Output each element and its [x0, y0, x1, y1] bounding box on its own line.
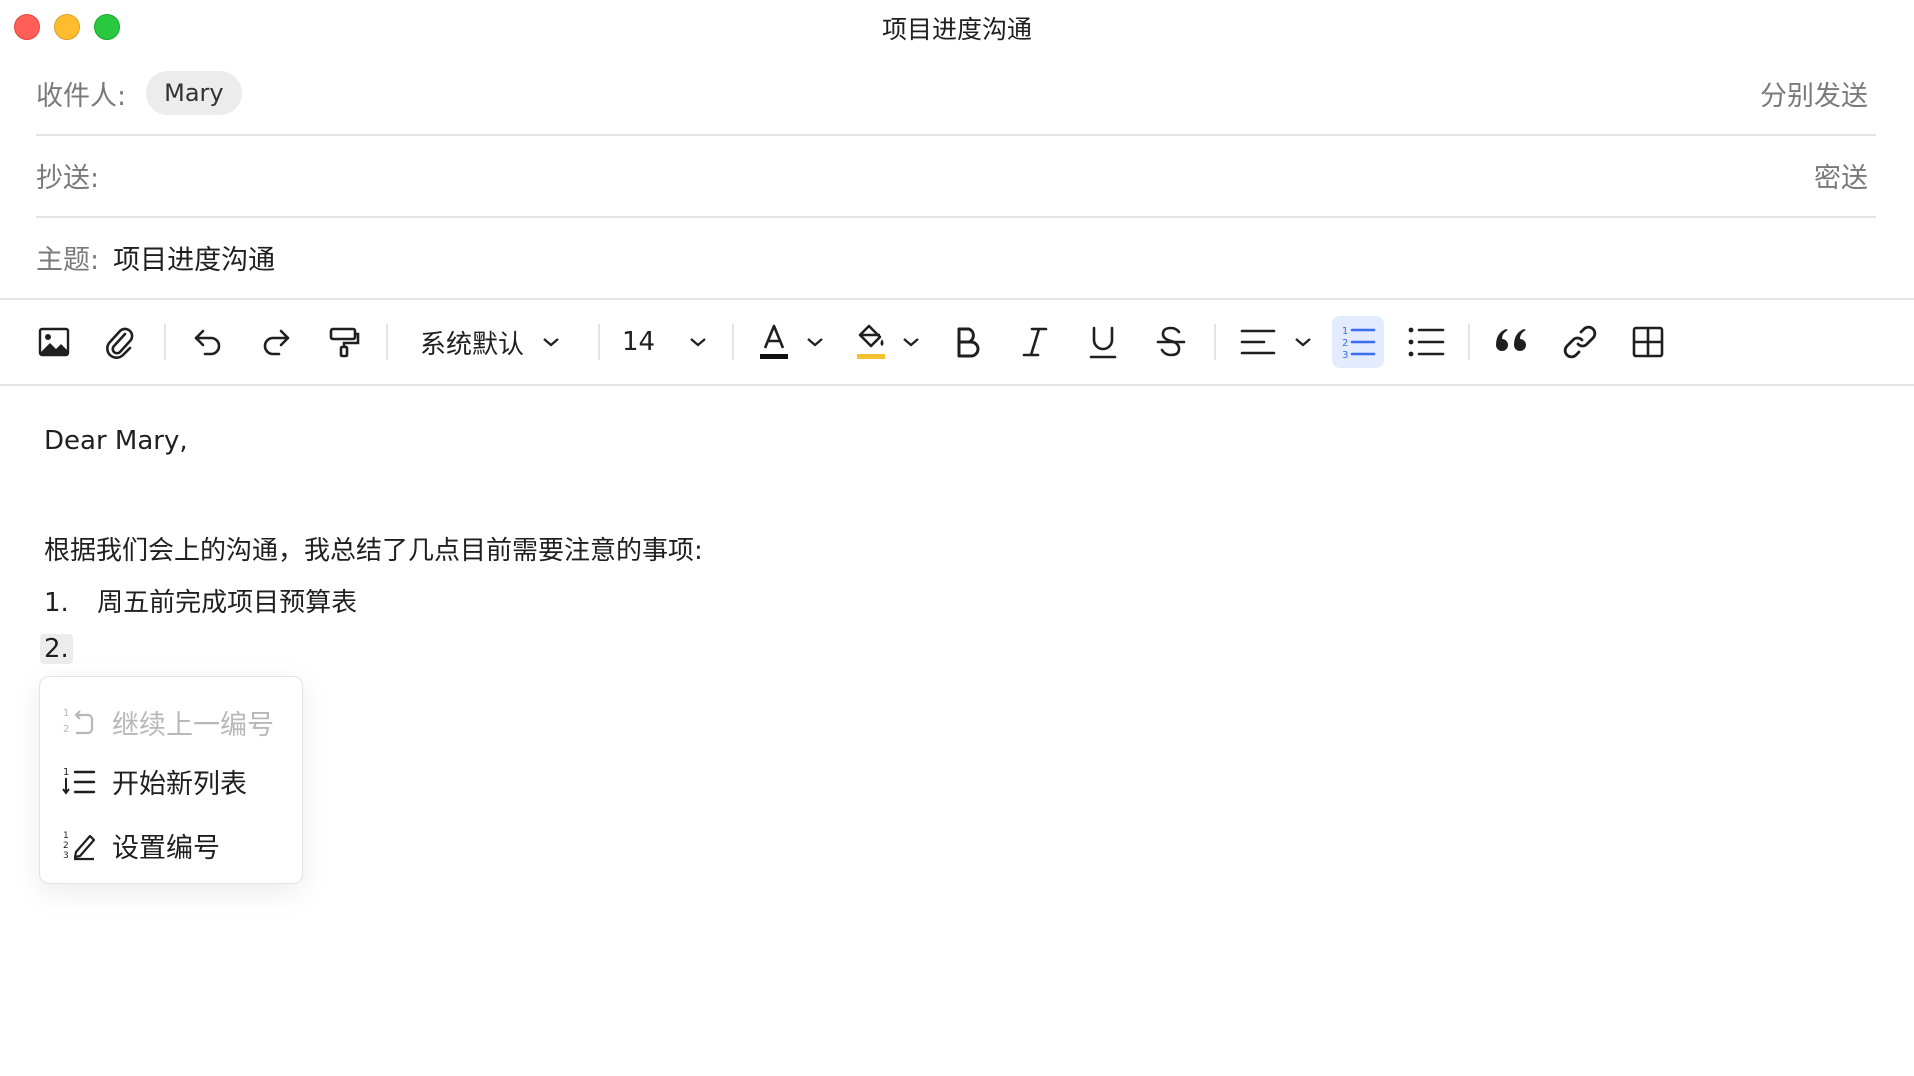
bcc-button[interactable]: 密送 [1814, 156, 1868, 195]
align-left-icon [1240, 329, 1276, 355]
toolbar-divider [1468, 324, 1470, 360]
svg-text:1: 1 [1342, 326, 1348, 337]
svg-text:1: 1 [63, 708, 69, 719]
chevron-down-icon [807, 338, 823, 347]
strikethrough-icon [1156, 326, 1186, 357]
text-color-button[interactable] [756, 318, 792, 366]
chevron-down-icon [543, 338, 559, 347]
subject-input[interactable]: 项目进度沟通 [113, 238, 275, 277]
quote-icon [1496, 329, 1526, 351]
quote-button[interactable] [1490, 318, 1532, 366]
toolbar-divider [164, 324, 166, 360]
svg-text:2: 2 [63, 724, 69, 735]
send-separately-button[interactable]: 分别发送 [1760, 74, 1868, 113]
font-color-icon [760, 324, 788, 359]
toolbar-divider [1214, 324, 1216, 360]
chevron-down-icon [903, 338, 919, 347]
list-item-number-selected[interactable]: 2. [40, 634, 73, 664]
new-list-icon: 1 [62, 767, 96, 795]
align-dropdown[interactable] [1292, 318, 1314, 366]
menu-item-set-numbering[interactable]: 1 2 3 设置编号 [40, 814, 302, 876]
svg-text:2: 2 [63, 841, 69, 851]
paint-bucket-icon [857, 324, 885, 359]
format-painter-icon [329, 327, 360, 358]
bold-icon [957, 327, 980, 358]
list-item: 1. 周五前完成项目预算表 [44, 582, 357, 619]
highlight-color-button[interactable] [852, 318, 890, 366]
list-item-number: 1. [44, 588, 69, 618]
cc-label: 抄送: [36, 162, 100, 194]
text-color-dropdown[interactable] [804, 318, 826, 366]
redo-button[interactable] [256, 318, 296, 366]
table-icon [1632, 326, 1664, 358]
svg-text:1: 1 [63, 767, 69, 778]
undo-button[interactable] [188, 318, 228, 366]
bulleted-list-button[interactable] [1404, 318, 1448, 366]
cc-field-row[interactable]: 抄送: 密送 [36, 134, 1876, 218]
greeting-line: Dear Mary, [44, 426, 188, 456]
list-item-text: 周五前完成项目预算表 [97, 588, 358, 618]
list-item: 2. [40, 634, 73, 664]
align-button[interactable] [1238, 318, 1278, 366]
font-family-value: 系统默认 [420, 329, 525, 360]
menu-item-label: 开始新列表 [112, 768, 247, 800]
set-numbering-icon: 1 2 3 [63, 831, 96, 861]
menu-item-label: 设置编号 [112, 832, 220, 864]
bulleted-list-icon [1408, 327, 1445, 357]
svg-text:3: 3 [63, 851, 69, 861]
numbering-context-menu: 1 2 继续上一编号 1 开始新列表 1 2 3 设置编号 [39, 676, 303, 884]
to-label: 收件人: [36, 80, 127, 112]
toolbar-divider [386, 324, 388, 360]
font-size-select[interactable]: 14 [622, 318, 714, 366]
format-painter-button[interactable] [324, 318, 364, 366]
subject-field-row[interactable]: 主题: 项目进度沟通 [36, 216, 1876, 298]
chevron-down-icon [1295, 338, 1311, 347]
svg-text:2: 2 [1342, 338, 1348, 349]
title-bar: 项目进度沟通 [0, 0, 1914, 52]
undo-icon [194, 329, 221, 356]
menu-item-new-list[interactable]: 1 开始新列表 [40, 750, 302, 812]
svg-text:3: 3 [1342, 350, 1348, 361]
redo-icon [263, 329, 290, 356]
font-family-select[interactable]: 系统默认 [420, 318, 578, 366]
font-size-value: 14 [622, 327, 656, 357]
underline-icon [1089, 326, 1117, 359]
toolbar-divider [598, 324, 600, 360]
highlight-color-dropdown[interactable] [900, 318, 922, 366]
insert-image-button[interactable] [34, 318, 74, 366]
svg-text:1: 1 [63, 831, 69, 841]
image-icon [38, 327, 70, 357]
link-icon [1563, 325, 1597, 359]
numbered-list-button[interactable]: 1 2 3 [1332, 316, 1384, 368]
menu-item-label: 继续上一编号 [112, 709, 274, 741]
recipient-chip[interactable]: Mary [146, 71, 242, 115]
toolbar-divider [732, 324, 734, 360]
italic-icon [1022, 327, 1048, 357]
insert-table-button[interactable] [1628, 318, 1668, 366]
chevron-down-icon [690, 338, 706, 347]
bold-button[interactable] [948, 318, 986, 366]
subject-label: 主题: [36, 244, 100, 276]
paperclip-icon [106, 327, 134, 359]
window-title: 项目进度沟通 [881, 15, 1032, 44]
continue-numbering-icon: 1 2 [63, 708, 94, 735]
strikethrough-button[interactable] [1152, 318, 1190, 366]
formatting-toolbar: 系统默认 14 1 2 3 [0, 298, 1914, 386]
to-field-row: 收件人: Mary 分别发送 [36, 52, 1876, 136]
menu-item-continue-numbering[interactable]: 1 2 继续上一编号 [40, 691, 302, 753]
numbered-list-icon: 1 2 3 [1342, 326, 1376, 361]
mail-compose-window: 项目进度沟通 收件人: Mary 分别发送 抄送: 密送 主题: 项目进度沟通 [0, 0, 1914, 1076]
attach-file-button[interactable] [100, 318, 140, 366]
italic-button[interactable] [1016, 318, 1054, 366]
insert-link-button[interactable] [1560, 318, 1600, 366]
underline-button[interactable] [1084, 318, 1122, 366]
intro-line: 根据我们会上的沟通，我总结了几点目前需要注意的事项: [44, 536, 703, 566]
